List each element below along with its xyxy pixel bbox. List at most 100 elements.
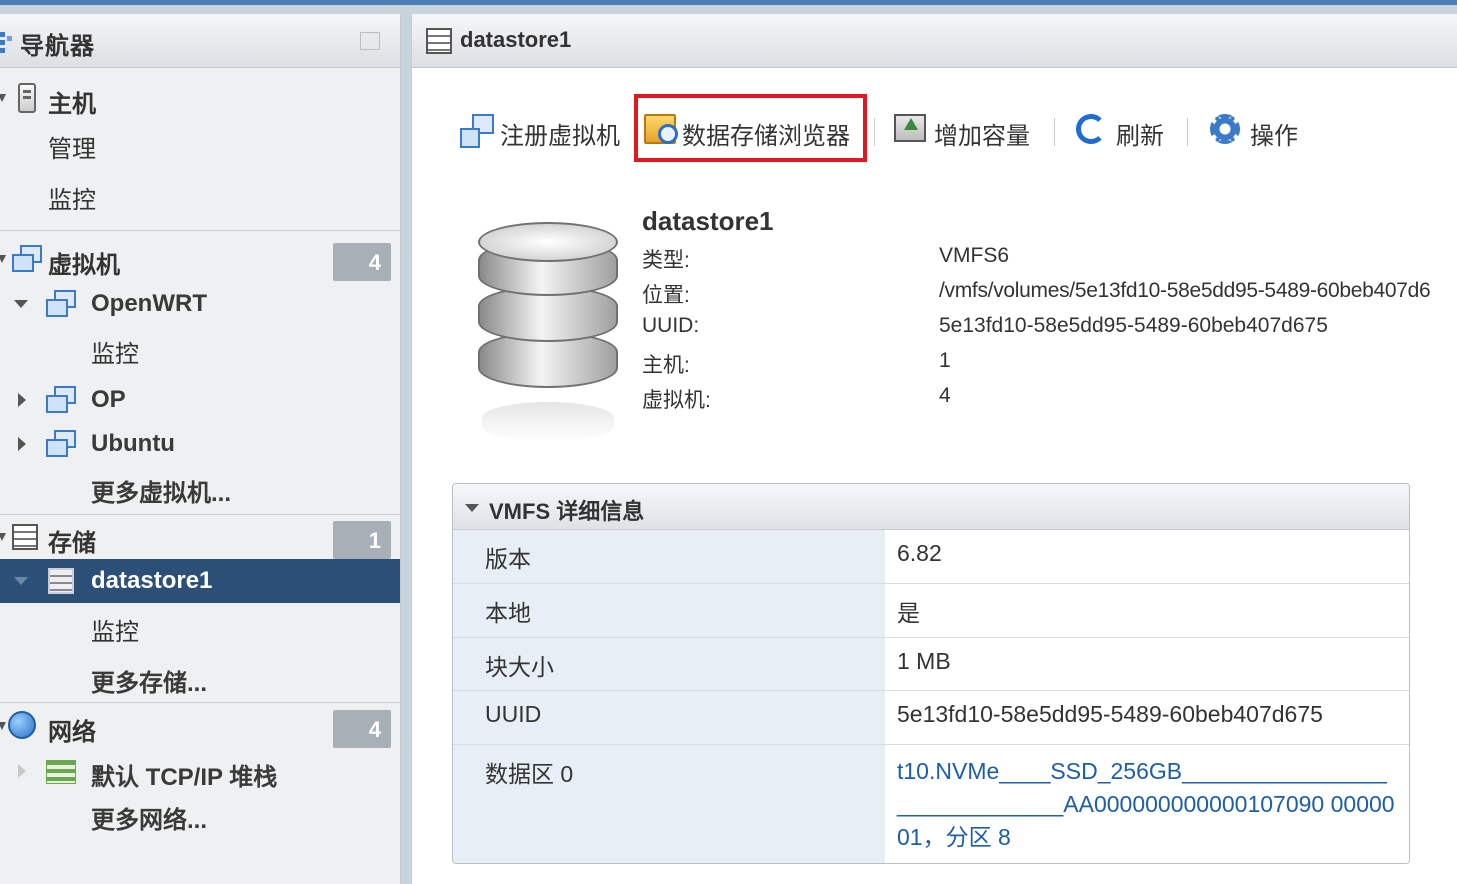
collapse-caret-icon[interactable]	[18, 393, 26, 407]
datastore-icon-top	[478, 222, 618, 262]
datastore-icon-reflection	[482, 402, 614, 442]
main-panel: datastore1 注册虚拟机 数据存储浏览器 增加容量 刷新 操作 data…	[411, 14, 1457, 884]
nav-tcpip-stack-label: 默认 TCP/IP 堆栈	[91, 764, 278, 791]
summary-key: UUID:	[642, 314, 700, 337]
network-stack-icon	[46, 760, 76, 784]
collapse-caret-icon[interactable]	[465, 504, 479, 512]
details-row-local: 本地 是	[453, 584, 1409, 638]
collapse-caret-icon[interactable]	[18, 764, 26, 778]
host-icon	[18, 83, 36, 113]
navigator-header: 导航器	[0, 14, 400, 68]
nav-datastore1-label: datastore1	[91, 567, 213, 594]
vmfs-details-header[interactable]: VMFS 详细信息	[453, 484, 1409, 530]
nav-datastore1[interactable]: datastore1	[0, 559, 400, 603]
increase-capacity-icon	[894, 114, 926, 142]
details-key: 数据区 0	[485, 761, 574, 787]
minimize-panel-button[interactable]	[360, 32, 380, 50]
summary-key: 类型:	[642, 249, 690, 272]
register-vm-button[interactable]: 注册虚拟机	[460, 108, 620, 150]
expand-caret-icon[interactable]	[0, 722, 6, 730]
details-key: 块大小	[485, 654, 554, 680]
increase-capacity-button[interactable]: 增加容量	[894, 108, 1034, 150]
datastore-browser-label: 数据存储浏览器	[682, 123, 850, 150]
extent-link[interactable]: t10.NVMe____SSD_256GB___________________…	[897, 755, 1397, 854]
actions-label: 操作	[1250, 123, 1298, 150]
vm-icon	[46, 386, 76, 413]
main-header: datastore1	[412, 14, 1457, 68]
nav-host-monitor[interactable]: 监控	[0, 172, 400, 216]
vm-icon	[46, 430, 76, 457]
vmfs-details-title: VMFS 详细信息	[489, 499, 645, 524]
datastore-large-icon	[478, 222, 618, 442]
nav-vm-ubuntu-label: Ubuntu	[91, 430, 175, 457]
refresh-button[interactable]: 刷新	[1076, 108, 1172, 150]
details-value: 1 MB	[897, 648, 951, 674]
datastore-name: datastore1	[642, 206, 774, 236]
nav-vms[interactable]: 虚拟机 4	[0, 237, 400, 281]
nav-more-networks[interactable]: 更多网络...	[0, 792, 400, 836]
register-vm-label: 注册虚拟机	[500, 123, 620, 150]
vm-count-badge: 4	[333, 243, 391, 281]
nav-vm-openwrt[interactable]: OpenWRT	[0, 282, 400, 326]
refresh-label: 刷新	[1116, 123, 1164, 150]
summary-row-hosts: 主机: 1	[642, 345, 1457, 379]
details-row-extent: 数据区 0 t10.NVMe____SSD_256GB_____________…	[453, 745, 1409, 863]
nav-vm-ubuntu[interactable]: Ubuntu	[0, 422, 400, 466]
nav-host-manage[interactable]: 管理	[0, 121, 400, 165]
details-key: 版本	[485, 546, 531, 572]
nav-tcpip-stack[interactable]: 默认 TCP/IP 堆栈	[0, 749, 400, 793]
expand-caret-icon[interactable]	[0, 255, 6, 263]
toolbar-separator	[1054, 118, 1055, 146]
storage-icon	[48, 568, 74, 594]
nav-divider	[0, 702, 400, 703]
gear-icon	[1210, 114, 1240, 144]
increase-capacity-label: 增加容量	[934, 123, 1030, 150]
nav-host[interactable]: 主机	[0, 76, 400, 120]
expand-caret-icon[interactable]	[14, 300, 28, 308]
expand-caret-icon[interactable]	[0, 533, 6, 541]
actions-button[interactable]: 操作	[1210, 108, 1306, 150]
nav-storage-label: 存储	[48, 530, 96, 557]
nav-vm-openwrt-monitor[interactable]: 监控	[0, 326, 400, 370]
nav-more-vms-label: 更多虚拟机...	[91, 480, 232, 507]
summary-key: 主机:	[642, 354, 690, 377]
nav-host-manage-label: 管理	[48, 136, 96, 163]
register-vm-icon	[460, 114, 494, 148]
collapse-caret-icon[interactable]	[18, 437, 26, 451]
summary-row-uuid: UUID: 5e13fd10-58e5dd95-5489-60beb407d67…	[642, 310, 1457, 344]
expand-caret-icon[interactable]	[0, 94, 6, 102]
details-key-cell: UUID	[453, 691, 885, 744]
vmfs-details-panel: VMFS 详细信息 版本 6.82 本地 是 块大小 1 MB UUID 5e1…	[452, 483, 1410, 864]
nav-network[interactable]: 网络 4	[0, 704, 400, 748]
nav-more-storage-label: 更多存储...	[91, 670, 208, 697]
details-value: 5e13fd10-58e5dd95-5489-60beb407d675	[897, 701, 1323, 727]
nav-vm-op[interactable]: OP	[0, 378, 400, 422]
storage-count-badge: 1	[333, 521, 391, 559]
nav-more-storage[interactable]: 更多存储...	[0, 655, 400, 699]
datastore-browser-icon	[644, 114, 678, 144]
nav-more-vms[interactable]: 更多虚拟机...	[0, 465, 400, 509]
toolbar-separator	[874, 118, 875, 146]
details-value: 是	[897, 600, 920, 626]
summary-value: 1	[939, 349, 951, 372]
details-value: 6.82	[897, 540, 942, 566]
refresh-icon	[1076, 114, 1106, 144]
summary-value: /vmfs/volumes/5e13fd10-58e5dd95-5489-60b…	[939, 279, 1431, 302]
summary-row-location: 位置: /vmfs/volumes/5e13fd10-58e5dd95-5489…	[642, 275, 1457, 309]
storage-icon	[12, 524, 38, 550]
nav-datastore1-monitor[interactable]: 监控	[0, 604, 400, 648]
details-key: 本地	[485, 600, 531, 626]
nav-vm-openwrt-monitor-label: 监控	[91, 341, 139, 368]
details-key-cell: 版本	[453, 530, 885, 583]
datastore-browser-button[interactable]: 数据存储浏览器	[644, 108, 854, 150]
summary-key: 虚拟机:	[642, 389, 711, 412]
navigator-title: 导航器	[20, 33, 95, 60]
expand-caret-icon[interactable]	[14, 577, 28, 585]
toolbar: 注册虚拟机 数据存储浏览器 增加容量 刷新 操作	[412, 94, 1457, 166]
page-title: datastore1	[460, 27, 572, 52]
nav-divider	[0, 230, 400, 231]
nav-storage[interactable]: 存储 1	[0, 515, 400, 559]
details-row-version: 版本 6.82	[453, 530, 1409, 584]
summary-row-type: 类型: VMFS6	[642, 240, 1457, 274]
details-row-block-size: 块大小 1 MB	[453, 638, 1409, 691]
